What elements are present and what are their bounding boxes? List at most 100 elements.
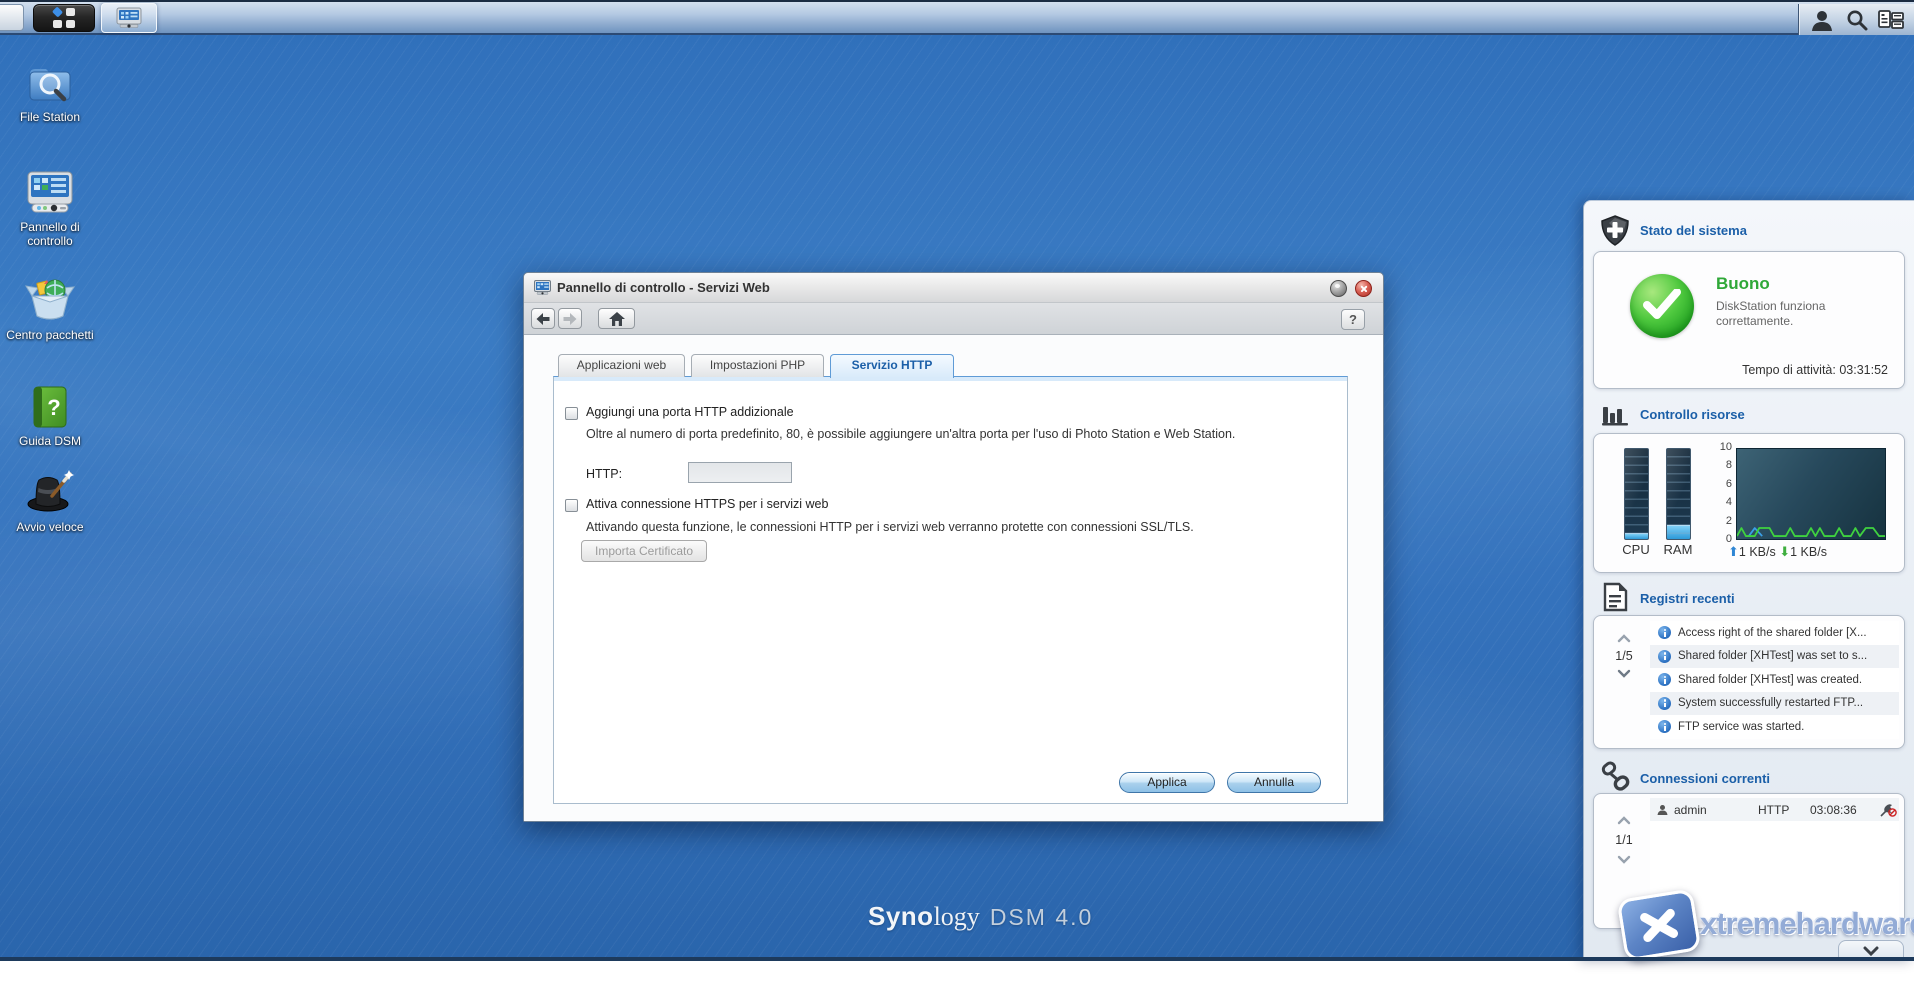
main-menu-button[interactable]: [33, 4, 95, 32]
pager-down-icon[interactable]: [1617, 669, 1631, 678]
additional-http-port-label: Aggiungi una porta HTTP addizionale: [586, 405, 794, 419]
connection-protocol: HTTP: [1758, 803, 1810, 817]
back-button[interactable]: [531, 308, 555, 329]
connection-time: 03:08:36: [1810, 803, 1880, 817]
cancel-button[interactable]: Annulla: [1227, 772, 1321, 793]
status-state: Buono: [1716, 274, 1770, 294]
control-panel-window: Pannello di controllo - Servizi Web ? Ap…: [523, 272, 1384, 822]
logs-page-indicator: 1/5: [1604, 649, 1644, 663]
desktop-icon-label: Guida DSM: [2, 434, 98, 448]
info-icon: [1658, 673, 1671, 686]
system-health-shield-icon: [1600, 215, 1630, 252]
user-icon: [1809, 8, 1835, 32]
tab-applicazioni-web[interactable]: Applicazioni web: [558, 354, 685, 377]
taskbar-tray: [1798, 4, 1914, 35]
chevron-down-icon: [1863, 946, 1879, 956]
logs-pager: 1/5: [1604, 634, 1644, 678]
back-arrow-icon: [536, 313, 550, 325]
cpu-gauge: [1624, 448, 1649, 540]
user-icon: [1656, 803, 1669, 816]
brand-syno: Syno: [868, 901, 934, 931]
disconnect-icon[interactable]: [1880, 803, 1897, 817]
home-button[interactable]: [598, 308, 635, 329]
taskbar: [0, 0, 1914, 35]
package-center-icon: [24, 276, 76, 324]
info-icon: [1658, 720, 1671, 733]
control-panel-mini-icon: [116, 7, 142, 29]
forward-button[interactable]: [558, 308, 582, 329]
net-graph-tick: 4: [1704, 496, 1732, 508]
http-port-input[interactable]: [688, 462, 792, 483]
connection-user: admin: [1674, 803, 1758, 817]
net-graph-tick: 6: [1704, 478, 1732, 490]
enable-https-label: Attiva connessione HTTPS per i servizi w…: [586, 497, 828, 511]
pager-down-icon[interactable]: [1617, 855, 1631, 864]
log-row[interactable]: Access right of the shared folder [X...: [1650, 621, 1899, 645]
resources-title: Controllo risorse: [1640, 407, 1745, 422]
servizio-http-panel: Aggiungi una porta HTTP addizionale Oltr…: [553, 376, 1348, 804]
screen-bottom-edge: [0, 957, 1914, 961]
tab-impostazioni-php[interactable]: Impostazioni PHP: [691, 354, 824, 377]
desktop-icon-quick-start[interactable]: Avvio veloce: [2, 466, 98, 534]
resource-monitor-icon: [1600, 397, 1630, 432]
network-graph: [1736, 448, 1886, 540]
close-button[interactable]: [1355, 280, 1372, 297]
window-content: Applicazioni web Impostazioni PHP Serviz…: [524, 335, 1383, 821]
connection-row[interactable]: admin HTTP 03:08:36: [1650, 798, 1899, 821]
show-desktop-button[interactable]: [0, 4, 24, 31]
net-graph-tick: 2: [1704, 515, 1732, 527]
ram-label: RAM: [1658, 542, 1698, 557]
logs-title: Registri recenti: [1640, 591, 1735, 606]
desktop-icon-control-panel[interactable]: Pannello di controllo: [2, 168, 98, 248]
upload-arrow-icon: ⬆: [1728, 544, 1739, 559]
search-icon: [1845, 8, 1869, 32]
file-station-icon: [26, 62, 74, 106]
net-graph-yaxis: 1086420: [1704, 441, 1732, 545]
log-list: Access right of the shared folder [X... …: [1650, 621, 1899, 739]
system-status-title: Stato del sistema: [1640, 223, 1747, 238]
desktop-icon-dsm-help[interactable]: ? Guida DSM: [2, 384, 98, 448]
window-title: Pannello di controllo - Servizi Web: [557, 280, 770, 295]
info-icon: [1658, 626, 1671, 639]
connections-page-indicator: 1/1: [1604, 833, 1644, 847]
http-port-label: HTTP:: [586, 467, 622, 481]
desktop-icon-label: File Station: [2, 110, 98, 124]
desktop-icon-file-station[interactable]: File Station: [2, 62, 98, 124]
additional-http-port-checkbox[interactable]: [565, 407, 578, 420]
log-row[interactable]: FTP service was started.: [1650, 715, 1899, 739]
apply-button[interactable]: Applica: [1119, 772, 1215, 793]
log-row[interactable]: System successfully restarted FTP...: [1650, 692, 1899, 716]
watermark-text: xtremehardware.it: [1700, 906, 1914, 942]
pager-up-icon[interactable]: [1617, 816, 1631, 825]
app-grid-icon: [53, 8, 75, 28]
status-description: DiskStation funziona correttamente.: [1716, 299, 1881, 329]
tab-servizio-http[interactable]: Servizio HTTP: [830, 354, 954, 378]
pilot-view-icon: [1878, 9, 1904, 31]
user-menu-button[interactable]: [1809, 8, 1835, 32]
log-row[interactable]: Shared folder [XHTest] was set to s...: [1650, 645, 1899, 669]
home-icon: [609, 312, 625, 326]
resource-monitor-card: CPU RAM 1086420 ⬆1 KB/s ⬇1 KB/s: [1593, 433, 1905, 573]
help-button[interactable]: ?: [1341, 309, 1365, 330]
recent-logs-card: 1/5 Access right of the shared folder [X…: [1593, 615, 1905, 749]
window-titlebar[interactable]: Pannello di controllo - Servizi Web: [524, 273, 1383, 303]
connections-pager: 1/1: [1604, 816, 1644, 864]
system-widgets-sidebar: Stato del sistema Buono DiskStation funz…: [1583, 200, 1914, 961]
enable-https-checkbox[interactable]: [565, 499, 578, 512]
net-graph-tick: 10: [1704, 441, 1732, 453]
tab-bar: Applicazioni web Impostazioni PHP Serviz…: [558, 354, 954, 378]
network-rates: ⬆1 KB/s ⬇1 KB/s: [1728, 544, 1827, 560]
log-row[interactable]: Shared folder [XHTest] was created.: [1650, 668, 1899, 692]
minimize-button[interactable]: [1330, 280, 1347, 297]
pager-up-icon[interactable]: [1617, 634, 1631, 643]
import-certificate-button[interactable]: Importa Certificato: [581, 540, 707, 562]
net-graph-tick: 8: [1704, 459, 1732, 471]
recent-logs-icon: [1600, 581, 1630, 618]
desktop-icon-package-center[interactable]: Centro pacchetti: [2, 276, 98, 342]
search-button[interactable]: [1845, 8, 1869, 32]
taskbar-item-control-panel[interactable]: [101, 3, 157, 33]
desktop-icon-label: Pannello di controllo: [2, 220, 98, 248]
synology-branding: SynologyDSM 4.0: [868, 901, 1093, 932]
pilot-view-button[interactable]: [1878, 9, 1904, 31]
download-rate: 1 KB/s: [1790, 545, 1827, 559]
